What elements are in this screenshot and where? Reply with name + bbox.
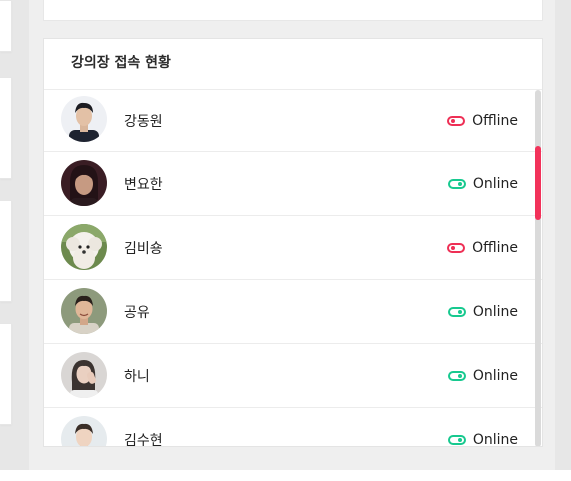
status-toggle-icon bbox=[447, 370, 466, 381]
status-toggle-icon bbox=[447, 242, 466, 253]
status-indicator: Online bbox=[447, 344, 518, 407]
list-item[interactable]: 김비숑 Offline bbox=[44, 216, 542, 280]
left-card bbox=[0, 0, 12, 52]
status-label: Online bbox=[472, 367, 518, 384]
left-card bbox=[0, 323, 12, 425]
list-item[interactable]: 김수현 Online bbox=[44, 408, 542, 447]
status-label: Offline bbox=[472, 112, 518, 129]
avatar bbox=[61, 288, 107, 334]
bottom-strip bbox=[0, 470, 571, 481]
user-list[interactable]: 강동원 Offline 변요한 Online 김비숑 Offline 공유 On… bbox=[44, 90, 542, 447]
avatar bbox=[61, 160, 107, 206]
user-name: 하니 bbox=[124, 368, 150, 385]
status-indicator: Online bbox=[447, 408, 518, 447]
user-name: 김비숑 bbox=[124, 240, 163, 257]
status-label: Online bbox=[472, 303, 518, 320]
status-toggle-icon bbox=[447, 115, 466, 126]
status-indicator: Offline bbox=[447, 90, 518, 151]
portrait-man-light-icon bbox=[61, 416, 107, 446]
panel-title: 강의장 접속 현황 bbox=[44, 39, 542, 90]
avatar bbox=[61, 96, 107, 142]
scrollbar-track[interactable] bbox=[535, 90, 541, 446]
status-toggle-icon bbox=[447, 306, 466, 317]
list-item[interactable]: 변요한 Online bbox=[44, 152, 542, 216]
list-item[interactable]: 강동원 Offline bbox=[44, 90, 542, 152]
list-item[interactable]: 공유 Online bbox=[44, 280, 542, 344]
portrait-woman-posing-icon bbox=[61, 352, 107, 398]
portrait-man-smiling-icon bbox=[61, 288, 107, 334]
user-name: 공유 bbox=[124, 304, 150, 321]
status-toggle-icon bbox=[447, 178, 466, 189]
user-name: 김수현 bbox=[124, 432, 163, 447]
list-item[interactable]: 하니 Online bbox=[44, 344, 542, 408]
scrollbar-thumb[interactable] bbox=[535, 146, 541, 220]
user-name: 변요한 bbox=[124, 176, 163, 193]
user-name: 강동원 bbox=[124, 113, 163, 130]
white-bichon-dog-icon bbox=[61, 224, 107, 270]
attendance-panel: 강의장 접속 현황 강동원 Offline 변요한 Online 김비숑 Off… bbox=[43, 38, 543, 447]
status-indicator: Online bbox=[447, 152, 518, 215]
portrait-man-long-hair-icon bbox=[61, 160, 107, 206]
status-indicator: Online bbox=[447, 280, 518, 343]
status-label: Online bbox=[472, 431, 518, 447]
status-indicator: Offline bbox=[447, 216, 518, 279]
avatar bbox=[61, 352, 107, 398]
left-column bbox=[0, 0, 22, 470]
top-card bbox=[43, 0, 543, 21]
left-card bbox=[0, 200, 12, 302]
status-label: Offline bbox=[472, 239, 518, 256]
status-toggle-icon bbox=[447, 434, 466, 445]
portrait-man-dark-hair-icon bbox=[61, 96, 107, 142]
avatar bbox=[61, 224, 107, 270]
left-card bbox=[0, 77, 12, 179]
avatar bbox=[61, 416, 107, 446]
status-label: Online bbox=[472, 175, 518, 192]
